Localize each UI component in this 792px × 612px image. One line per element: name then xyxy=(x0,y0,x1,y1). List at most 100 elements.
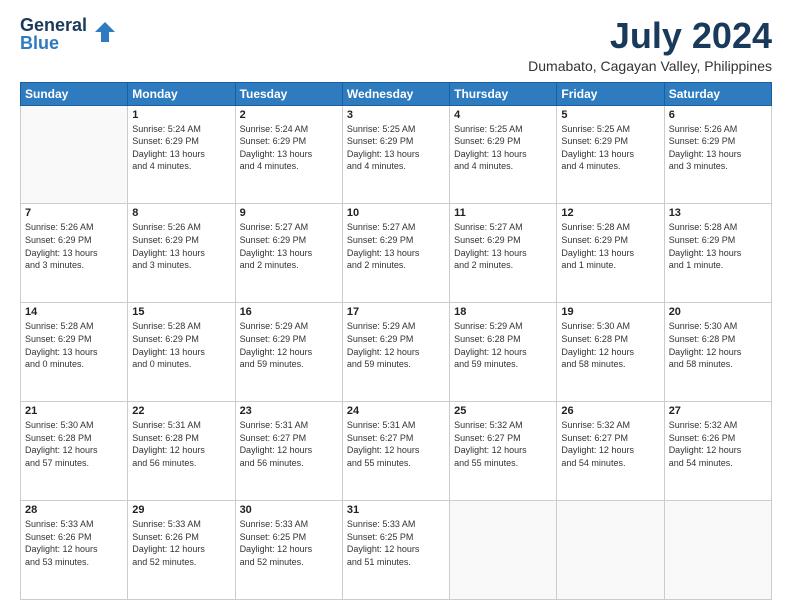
calendar-cell: 19 Sunrise: 5:30 AM Sunset: 6:28 PM Dayli… xyxy=(557,303,664,402)
day-info: Sunrise: 5:28 AM Sunset: 6:29 PM Dayligh… xyxy=(132,320,230,370)
calendar-header-wednesday: Wednesday xyxy=(342,82,449,105)
calendar-header-tuesday: Tuesday xyxy=(235,82,342,105)
day-number: 20 xyxy=(669,306,767,318)
day-number: 6 xyxy=(669,109,767,121)
calendar-cell: 15 Sunrise: 5:28 AM Sunset: 6:29 PM Dayli… xyxy=(128,303,235,402)
day-info: Sunrise: 5:33 AM Sunset: 6:26 PM Dayligh… xyxy=(25,518,123,568)
calendar-header-thursday: Thursday xyxy=(450,82,557,105)
calendar-cell: 21 Sunrise: 5:30 AM Sunset: 6:28 PM Dayli… xyxy=(21,402,128,501)
calendar-cell: 29Sunrise: 5:33 AM Sunset: 6:26 PM Dayli… xyxy=(128,501,235,600)
calendar-week-2: 7Sunrise: 5:26 AM Sunset: 6:29 PM Daylig… xyxy=(21,204,772,303)
calendar-week-3: 14 Sunrise: 5:28 AM Sunset: 6:29 PM Dayli… xyxy=(21,303,772,402)
calendar-header-friday: Friday xyxy=(557,82,664,105)
day-info: Sunrise: 5:29 AM Sunset: 6:29 PM Dayligh… xyxy=(347,320,445,370)
calendar-cell: 23 Sunrise: 5:31 AM Sunset: 6:27 PM Dayli… xyxy=(235,402,342,501)
day-number: 17 xyxy=(347,306,445,318)
calendar-cell xyxy=(450,501,557,600)
day-info: Sunrise: 5:26 AM Sunset: 6:29 PM Dayligh… xyxy=(132,221,230,271)
day-info: Sunrise: 5:32 AM Sunset: 6:27 PM Dayligh… xyxy=(561,419,659,469)
day-number: 14 xyxy=(25,306,123,318)
day-info: Sunrise: 5:30 AM Sunset: 6:28 PM Dayligh… xyxy=(561,320,659,370)
day-info: Sunrise: 5:31 AM Sunset: 6:28 PM Dayligh… xyxy=(132,419,230,469)
day-info: Sunrise: 5:33 AM Sunset: 6:25 PM Dayligh… xyxy=(240,518,338,568)
calendar-cell: 13 Sunrise: 5:28 AM Sunset: 6:29 PM Dayli… xyxy=(664,204,771,303)
calendar-table: SundayMondayTuesdayWednesdayThursdayFrid… xyxy=(20,82,772,600)
day-number: 23 xyxy=(240,405,338,417)
day-number: 25 xyxy=(454,405,552,417)
month-year: July 2024 xyxy=(528,16,772,56)
day-info: Sunrise: 5:28 AM Sunset: 6:29 PM Dayligh… xyxy=(561,221,659,271)
day-number: 31 xyxy=(347,504,445,516)
day-info: Sunrise: 5:27 AM Sunset: 6:29 PM Dayligh… xyxy=(454,221,552,271)
calendar-cell: 1 Sunrise: 5:24 AM Sunset: 6:29 PM Daylig… xyxy=(128,105,235,204)
calendar-cell: 11Sunrise: 5:27 AM Sunset: 6:29 PM Dayli… xyxy=(450,204,557,303)
day-number: 21 xyxy=(25,405,123,417)
day-info: Sunrise: 5:24 AM Sunset: 6:29 PM Dayligh… xyxy=(132,123,230,173)
day-info: Sunrise: 5:31 AM Sunset: 6:27 PM Dayligh… xyxy=(240,419,338,469)
calendar-cell: 2 Sunrise: 5:24 AM Sunset: 6:29 PM Daylig… xyxy=(235,105,342,204)
calendar-cell: 5 Sunrise: 5:25 AM Sunset: 6:29 PM Daylig… xyxy=(557,105,664,204)
calendar-cell xyxy=(664,501,771,600)
calendar-cell: 14 Sunrise: 5:28 AM Sunset: 6:29 PM Dayli… xyxy=(21,303,128,402)
calendar-week-1: 1 Sunrise: 5:24 AM Sunset: 6:29 PM Daylig… xyxy=(21,105,772,204)
day-info: Sunrise: 5:25 AM Sunset: 6:29 PM Dayligh… xyxy=(561,123,659,173)
calendar-cell: 8Sunrise: 5:26 AM Sunset: 6:29 PM Daylig… xyxy=(128,204,235,303)
day-info: Sunrise: 5:30 AM Sunset: 6:28 PM Dayligh… xyxy=(669,320,767,370)
calendar-cell: 4 Sunrise: 5:25 AM Sunset: 6:29 PM Daylig… xyxy=(450,105,557,204)
day-info: Sunrise: 5:25 AM Sunset: 6:29 PM Dayligh… xyxy=(454,123,552,173)
day-info: Sunrise: 5:28 AM Sunset: 6:29 PM Dayligh… xyxy=(669,221,767,271)
day-number: 16 xyxy=(240,306,338,318)
day-info: Sunrise: 5:29 AM Sunset: 6:28 PM Dayligh… xyxy=(454,320,552,370)
calendar-cell: 9Sunrise: 5:27 AM Sunset: 6:29 PM Daylig… xyxy=(235,204,342,303)
calendar-week-5: 28 Sunrise: 5:33 AM Sunset: 6:26 PM Dayli… xyxy=(21,501,772,600)
day-number: 28 xyxy=(25,504,123,516)
calendar-cell: 7Sunrise: 5:26 AM Sunset: 6:29 PM Daylig… xyxy=(21,204,128,303)
day-number: 13 xyxy=(669,207,767,219)
calendar-cell: 27 Sunrise: 5:32 AM Sunset: 6:26 PM Dayli… xyxy=(664,402,771,501)
day-number: 24 xyxy=(347,405,445,417)
day-number: 27 xyxy=(669,405,767,417)
calendar-cell: 20 Sunrise: 5:30 AM Sunset: 6:28 PM Dayli… xyxy=(664,303,771,402)
calendar-cell: 16Sunrise: 5:29 AM Sunset: 6:29 PM Dayli… xyxy=(235,303,342,402)
day-number: 12 xyxy=(561,207,659,219)
header: General Blue July 2024 Dumabato, Cagayan… xyxy=(20,16,772,74)
day-info: Sunrise: 5:27 AM Sunset: 6:29 PM Dayligh… xyxy=(347,221,445,271)
calendar-cell: 10 Sunrise: 5:27 AM Sunset: 6:29 PM Dayli… xyxy=(342,204,449,303)
day-number: 15 xyxy=(132,306,230,318)
day-number: 19 xyxy=(561,306,659,318)
calendar-header-row: SundayMondayTuesdayWednesdayThursdayFrid… xyxy=(21,82,772,105)
day-number: 26 xyxy=(561,405,659,417)
day-info: Sunrise: 5:25 AM Sunset: 6:29 PM Dayligh… xyxy=(347,123,445,173)
day-number: 10 xyxy=(347,207,445,219)
day-number: 3 xyxy=(347,109,445,121)
day-info: Sunrise: 5:28 AM Sunset: 6:29 PM Dayligh… xyxy=(25,320,123,370)
calendar-cell: 25Sunrise: 5:32 AM Sunset: 6:27 PM Dayli… xyxy=(450,402,557,501)
calendar-cell: 6Sunrise: 5:26 AM Sunset: 6:29 PM Daylig… xyxy=(664,105,771,204)
location: Dumabato, Cagayan Valley, Philippines xyxy=(528,58,772,74)
day-number: 1 xyxy=(132,109,230,121)
day-info: Sunrise: 5:24 AM Sunset: 6:29 PM Dayligh… xyxy=(240,123,338,173)
calendar-cell: 3 Sunrise: 5:25 AM Sunset: 6:29 PM Daylig… xyxy=(342,105,449,204)
logo: General Blue xyxy=(20,16,119,52)
day-info: Sunrise: 5:26 AM Sunset: 6:29 PM Dayligh… xyxy=(25,221,123,271)
day-number: 30 xyxy=(240,504,338,516)
calendar-cell: 24Sunrise: 5:31 AM Sunset: 6:27 PM Dayli… xyxy=(342,402,449,501)
calendar-cell: 18 Sunrise: 5:29 AM Sunset: 6:28 PM Dayli… xyxy=(450,303,557,402)
calendar-header-monday: Monday xyxy=(128,82,235,105)
logo-blue: Blue xyxy=(20,34,87,52)
calendar-cell: 30 Sunrise: 5:33 AM Sunset: 6:25 PM Dayli… xyxy=(235,501,342,600)
day-number: 4 xyxy=(454,109,552,121)
day-number: 18 xyxy=(454,306,552,318)
day-info: Sunrise: 5:27 AM Sunset: 6:29 PM Dayligh… xyxy=(240,221,338,271)
day-info: Sunrise: 5:32 AM Sunset: 6:26 PM Dayligh… xyxy=(669,419,767,469)
day-number: 2 xyxy=(240,109,338,121)
title-block: July 2024 Dumabato, Cagayan Valley, Phil… xyxy=(528,16,772,74)
day-number: 22 xyxy=(132,405,230,417)
calendar-cell: 17 Sunrise: 5:29 AM Sunset: 6:29 PM Dayli… xyxy=(342,303,449,402)
calendar-cell xyxy=(557,501,664,600)
day-number: 5 xyxy=(561,109,659,121)
day-info: Sunrise: 5:33 AM Sunset: 6:26 PM Dayligh… xyxy=(132,518,230,568)
calendar-cell: 26 Sunrise: 5:32 AM Sunset: 6:27 PM Dayli… xyxy=(557,402,664,501)
calendar-cell: 28 Sunrise: 5:33 AM Sunset: 6:26 PM Dayli… xyxy=(21,501,128,600)
day-info: Sunrise: 5:30 AM Sunset: 6:28 PM Dayligh… xyxy=(25,419,123,469)
